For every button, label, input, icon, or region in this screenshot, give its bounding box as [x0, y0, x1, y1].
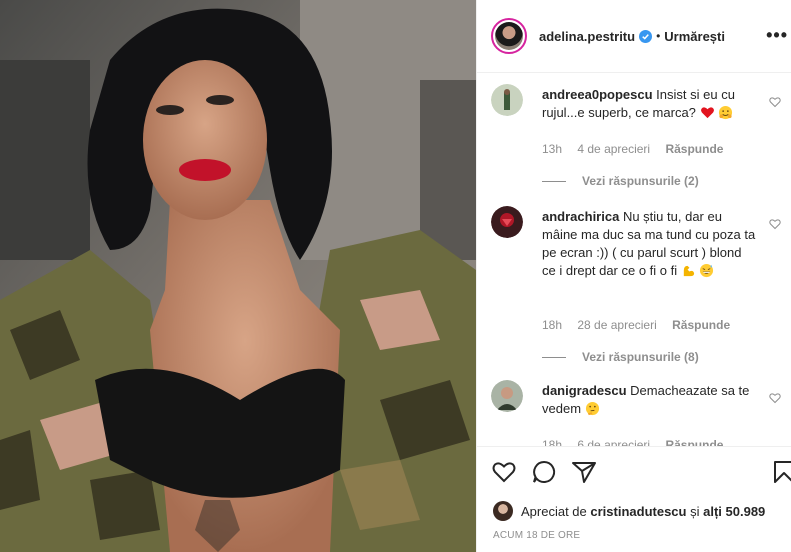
replies-line: [542, 180, 566, 182]
comment-time[interactable]: 18h: [542, 318, 562, 332]
post-header: adelina.pestritu • Urmărești •••: [477, 0, 791, 73]
liker-username[interactable]: cristinadutescu: [590, 504, 686, 519]
comment-likes[interactable]: 28 de aprecieri: [577, 318, 656, 332]
likes-middle: și: [690, 503, 700, 519]
red-heart-emoji: [700, 107, 714, 119]
comment-likes[interactable]: 4 de aprecieri: [577, 142, 650, 156]
comment-avatar[interactable]: [491, 84, 523, 116]
reply-button[interactable]: Răspunde: [665, 438, 723, 446]
post-timestamp[interactable]: ACUM 18 DE ORE: [493, 530, 580, 541]
post-actions: Apreciat de cristinadutescu și alți 50.9…: [477, 446, 791, 552]
likes-prefix: Apreciat de: [521, 503, 587, 519]
hugging-face-emoji: [719, 105, 733, 120]
verified-badge-icon: [639, 29, 653, 43]
comment-time[interactable]: 18h: [542, 438, 562, 446]
following-button[interactable]: Urmărești: [664, 29, 725, 44]
separator-dot: •: [656, 29, 661, 43]
thinking-face-emoji: [585, 401, 599, 416]
post-photo[interactable]: [0, 0, 476, 552]
view-replies-button[interactable]: Vezi răspunsurile (8): [542, 350, 699, 364]
replies-line: [542, 356, 566, 358]
like-comment-heart-icon[interactable]: [769, 218, 781, 230]
author-avatar[interactable]: [491, 18, 527, 54]
like-comment-heart-icon[interactable]: [769, 96, 781, 108]
comment-meta: 18h 6 de aprecieri Răspunde: [542, 438, 735, 446]
comment-username[interactable]: andreea0popescu: [542, 87, 653, 102]
comment-bubble-icon[interactable]: [531, 459, 557, 485]
post-side-panel: adelina.pestritu • Urmărești ••• andreea…: [476, 0, 791, 552]
comments-list[interactable]: andreea0popescu Insist si eu cu rujul...…: [477, 74, 791, 446]
view-replies-button[interactable]: Vezi răspunsurile (2): [542, 174, 699, 188]
more-options-icon[interactable]: •••: [766, 25, 788, 46]
comment-username[interactable]: andrachirica: [542, 209, 619, 224]
view-replies-label: Vezi răspunsurile (2): [582, 174, 699, 188]
view-replies-label: Vezi răspunsurile (8): [582, 350, 699, 364]
likes-summary: Apreciat de cristinadutescu și alți 50.9…: [493, 501, 765, 521]
comment-meta: 13h 4 de aprecieri Răspunde: [542, 142, 735, 156]
reply-button[interactable]: Răspunde: [672, 318, 730, 332]
author-username[interactable]: adelina.pestritu: [539, 29, 635, 44]
like-comment-heart-icon[interactable]: [769, 392, 781, 404]
comment-avatar[interactable]: [491, 380, 523, 412]
grinning-sweat-emoji: [700, 263, 714, 278]
comment-time[interactable]: 13h: [542, 142, 562, 156]
reply-button[interactable]: Răspunde: [665, 142, 723, 156]
comment-text-block: danigradescu Demacheazate sa te vedem: [542, 382, 757, 418]
comment-avatar[interactable]: [491, 206, 523, 238]
like-heart-icon[interactable]: [491, 459, 517, 485]
liker-avatar[interactable]: [493, 501, 513, 521]
flexed-biceps-emoji: [683, 265, 694, 277]
comment-username[interactable]: danigradescu: [542, 383, 627, 398]
comment-likes[interactable]: 6 de aprecieri: [577, 438, 650, 446]
comment-text-block: andreea0popescu Insist si eu cu rujul...…: [542, 86, 757, 122]
post-image: [0, 0, 476, 552]
comment-text-block: andrachirica Nu știu tu, dar eu mâine ma…: [542, 208, 757, 280]
save-bookmark-icon[interactable]: [771, 459, 791, 485]
comment-meta: 18h 28 de aprecieri Răspunde: [542, 318, 742, 332]
likes-others-link[interactable]: alți 50.989: [703, 504, 765, 519]
share-paper-plane-icon[interactable]: [571, 459, 597, 485]
